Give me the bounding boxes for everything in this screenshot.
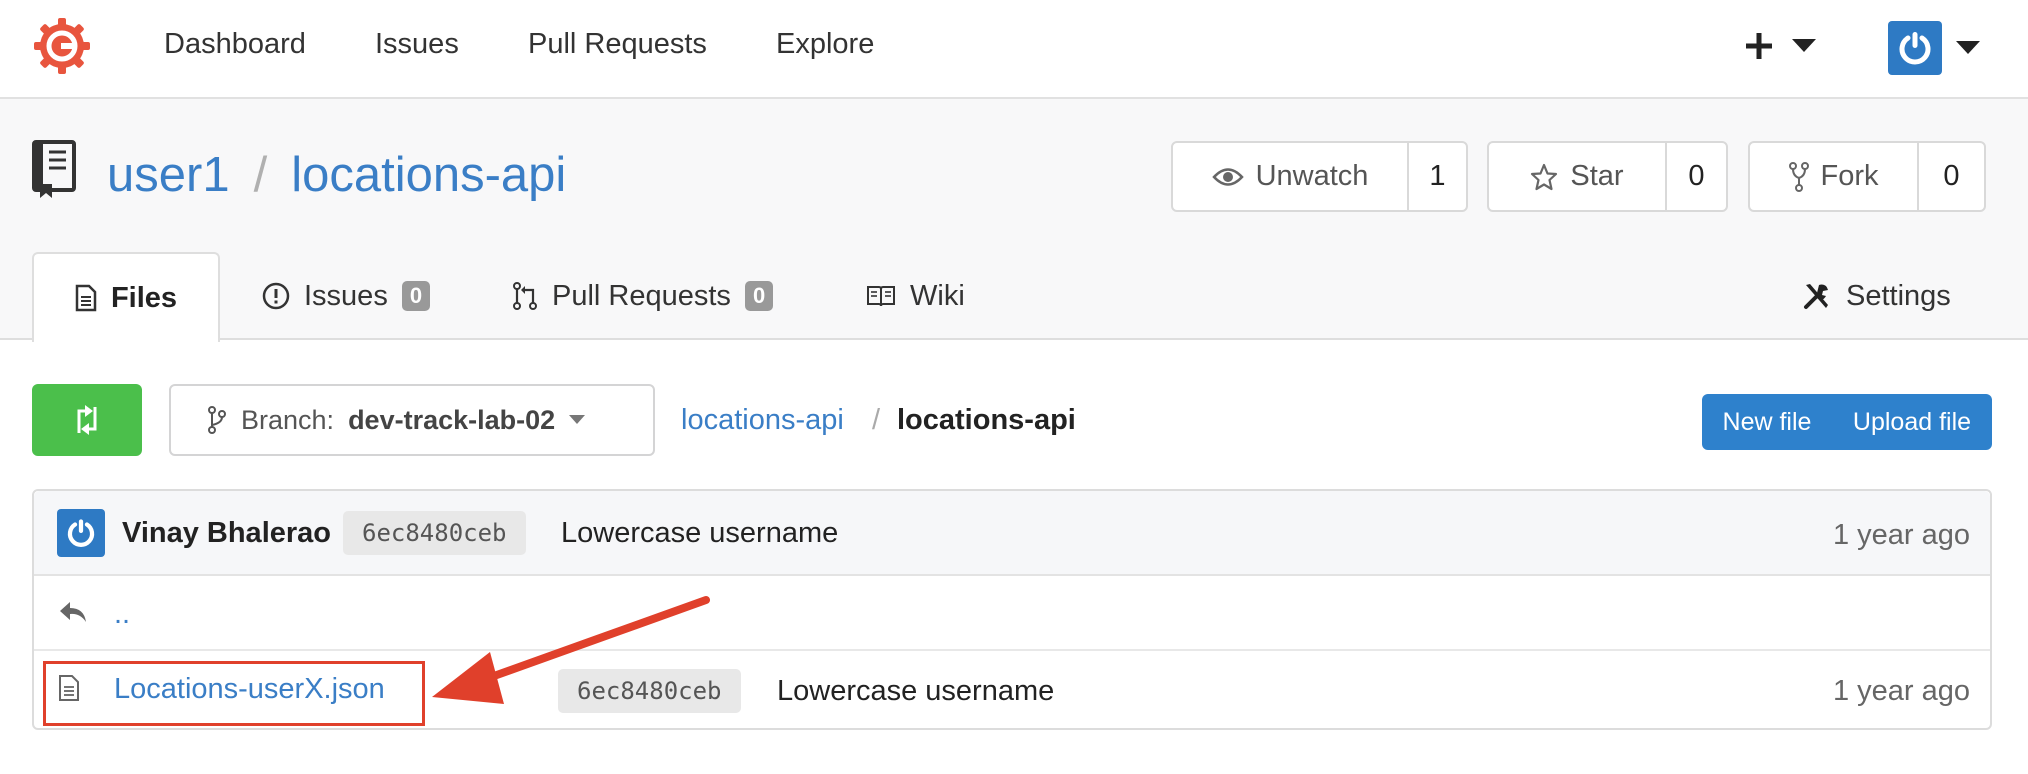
commit-author-avatar[interactable]	[57, 509, 105, 557]
annotation-highlight-box	[43, 661, 425, 726]
caret-down-icon	[569, 415, 586, 424]
tab-files[interactable]: Files	[32, 252, 220, 342]
tab-issues-label: Issues	[304, 279, 388, 312]
nav-dashboard[interactable]: Dashboard	[164, 28, 306, 61]
power-icon	[1899, 32, 1931, 65]
create-new-menu[interactable]	[1744, 24, 1816, 68]
watchers-count[interactable]: 1	[1407, 143, 1466, 210]
unwatch-button[interactable]: Unwatch	[1173, 143, 1407, 210]
repo-book-icon	[32, 140, 78, 205]
git-branch-icon	[208, 406, 226, 434]
fork-label: Fork	[1820, 160, 1879, 192]
nav-pull-requests[interactable]: Pull Requests	[528, 28, 707, 61]
compare-button[interactable]	[32, 384, 142, 456]
tab-issues[interactable]: Issues 0	[262, 252, 431, 340]
commit-time: 1 year ago	[1832, 519, 1970, 551]
parent-dir-row[interactable]: ..	[34, 578, 1990, 651]
file-text-icon	[75, 284, 97, 312]
stars-count[interactable]: 0	[1665, 143, 1726, 210]
tab-pulls-label: Pull Requests	[552, 279, 731, 312]
tab-settings[interactable]: Settings	[1802, 252, 1951, 340]
watch-button-group: Unwatch 1	[1171, 141, 1468, 212]
git-pull-request-icon	[513, 282, 537, 310]
file-commit-message[interactable]: Lowercase username	[777, 675, 1054, 708]
new-file-button[interactable]: New file	[1702, 408, 1832, 437]
annotation-arrow-icon	[432, 596, 710, 704]
branch-prefix: Branch:	[241, 404, 335, 435]
nav-explore[interactable]: Explore	[776, 28, 874, 61]
tab-wiki-label: Wiki	[910, 279, 965, 312]
gear-logo-icon	[34, 18, 90, 74]
star-label: Star	[1570, 160, 1624, 192]
gogs-logo[interactable]	[32, 16, 92, 76]
power-icon	[67, 519, 95, 547]
fork-button[interactable]: Fork	[1750, 143, 1917, 210]
pulls-count-badge: 0	[744, 281, 774, 311]
avatar	[1888, 21, 1942, 75]
issues-count-badge: 0	[401, 281, 431, 311]
tab-pull-requests[interactable]: Pull Requests 0	[512, 252, 774, 340]
repo-owner-link[interactable]: user1	[107, 147, 230, 203]
commit-author[interactable]: Vinay Bhalerao	[122, 517, 331, 550]
user-menu[interactable]	[1888, 21, 1980, 75]
upload-file-button[interactable]: Upload file	[1832, 408, 1992, 437]
repo-title-separator: /	[253, 148, 268, 202]
file-actions: New file Upload file	[1702, 394, 1992, 450]
star-button[interactable]: Star	[1489, 143, 1665, 210]
tab-settings-label: Settings	[1846, 279, 1951, 312]
tab-wiki[interactable]: Wiki	[866, 252, 965, 340]
repo-name-link[interactable]: locations-api	[291, 147, 566, 203]
nav-issues[interactable]: Issues	[375, 28, 459, 61]
top-navbar: Dashboard Issues Pull Requests Explore	[0, 0, 2028, 99]
branch-name: dev-track-lab-02	[348, 404, 556, 435]
caret-down-icon	[1956, 41, 1980, 54]
fork-button-group: Fork 0	[1748, 141, 1986, 212]
breadcrumb-root-link[interactable]: locations-api	[681, 404, 844, 437]
latest-commit-row: Vinay Bhalerao 6ec8480ceb Lowercase user…	[34, 491, 1990, 576]
book-icon	[867, 286, 895, 307]
eye-icon	[1211, 167, 1244, 186]
repo-title: user1 / locations-api	[107, 144, 566, 206]
breadcrumb-separator: /	[872, 404, 881, 436]
star-button-group: Star 0	[1487, 141, 1728, 212]
compare-arrows-icon	[77, 405, 97, 435]
fork-icon	[1788, 161, 1809, 192]
branch-dropdown[interactable]: Branch: dev-track-lab-02	[169, 384, 655, 456]
file-commit-time: 1 year ago	[1832, 675, 1970, 707]
breadcrumb-current: locations-api	[897, 404, 1076, 436]
reply-icon	[60, 602, 86, 622]
issue-opened-icon	[262, 282, 290, 310]
tab-files-label: Files	[110, 281, 178, 314]
plus-icon	[1746, 33, 1772, 59]
forks-count[interactable]: 0	[1917, 143, 1984, 210]
caret-down-icon	[1792, 39, 1816, 52]
commit-sha[interactable]: 6ec8480ceb	[343, 511, 526, 555]
commit-message[interactable]: Lowercase username	[561, 517, 838, 550]
unwatch-label: Unwatch	[1255, 160, 1369, 192]
parent-dir-link[interactable]: ..	[114, 598, 130, 631]
star-icon	[1531, 163, 1558, 190]
tools-icon	[1804, 284, 1828, 309]
